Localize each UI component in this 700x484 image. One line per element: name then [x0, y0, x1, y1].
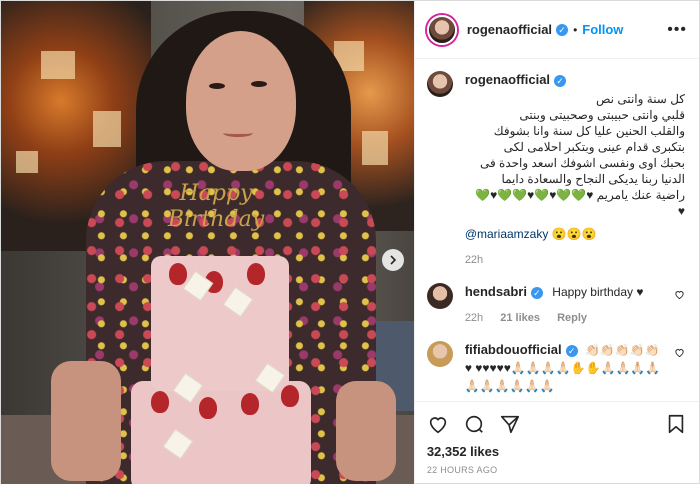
- post-username[interactable]: rogenaofficial: [467, 22, 552, 37]
- avatar[interactable]: [426, 283, 453, 309]
- verified-badge-icon: ✓: [554, 74, 567, 87]
- chevron-right-icon: [390, 255, 396, 265]
- avatar[interactable]: [426, 71, 453, 97]
- likes-count[interactable]: 32,352 likes: [427, 444, 687, 459]
- comment-likes[interactable]: 21 likes: [500, 312, 540, 324]
- heart-icon[interactable]: [674, 289, 685, 300]
- mention-link[interactable]: @mariaamzaky: [465, 227, 549, 241]
- heart-icon[interactable]: [427, 413, 449, 435]
- cake-topper: Happy Birthday: [167, 181, 265, 232]
- comment-username[interactable]: fifiabdouofficial: [465, 342, 562, 357]
- comment-username[interactable]: hendsabri: [465, 284, 527, 299]
- verified-badge-icon: ✓: [556, 23, 569, 36]
- caption-text: كل سنة وانتى نص قلبي وانتى حبيبتى وصحبيت…: [475, 92, 685, 218]
- post-photo[interactable]: Happy Birthday: [1, 1, 414, 484]
- mention-emoji: 😮😮😮: [551, 227, 597, 241]
- comment-time[interactable]: 22h: [465, 312, 483, 324]
- carousel-next-button[interactable]: [381, 249, 404, 271]
- post-side-panel: rogenaofficial ✓ • Follow ••• rogenaoffi…: [413, 1, 699, 484]
- post-timestamp[interactable]: 22 HOURS AGO: [427, 465, 687, 475]
- post-header: rogenaofficial ✓ • Follow •••: [414, 1, 699, 59]
- follow-button[interactable]: Follow: [582, 22, 623, 37]
- verified-badge-icon: ✓: [565, 344, 578, 357]
- caption-username[interactable]: rogenaofficial: [465, 72, 550, 87]
- caption: rogenaofficial ✓ كل سنة وانتى نص قلبي وان…: [426, 71, 685, 269]
- avatar[interactable]: [426, 341, 453, 367]
- more-options-button[interactable]: •••: [667, 21, 687, 39]
- comment-item: hendsabri ✓ Happy birthday ♥ 22h 21 likes…: [426, 283, 685, 327]
- comments-section: rogenaofficial ✓ كل سنة وانتى نص قلبي وان…: [415, 59, 699, 401]
- heart-icon[interactable]: [674, 347, 685, 358]
- comment-icon[interactable]: [463, 413, 485, 435]
- instagram-post: Happy Birthday rogenaofficial ✓ • Follow…: [0, 0, 700, 484]
- verified-badge-icon: ✓: [530, 286, 543, 299]
- caption-time[interactable]: 22h: [465, 254, 483, 266]
- post-actions: 32,352 likes 22 HOURS AGO: [414, 401, 699, 484]
- avatar[interactable]: [426, 14, 457, 45]
- person-face: [186, 31, 296, 171]
- bookmark-icon[interactable]: [665, 413, 687, 435]
- comment-item: fifiabdouofficial ✓ 👏🏻👏🏻👏🏻👏🏻👏🏻♥ ♥♥♥♥♥🙏🏻🙏🏻…: [426, 341, 685, 395]
- comment-text: Happy birthday ♥: [552, 285, 644, 299]
- share-icon[interactable]: [499, 413, 521, 435]
- reply-button[interactable]: Reply: [557, 312, 587, 324]
